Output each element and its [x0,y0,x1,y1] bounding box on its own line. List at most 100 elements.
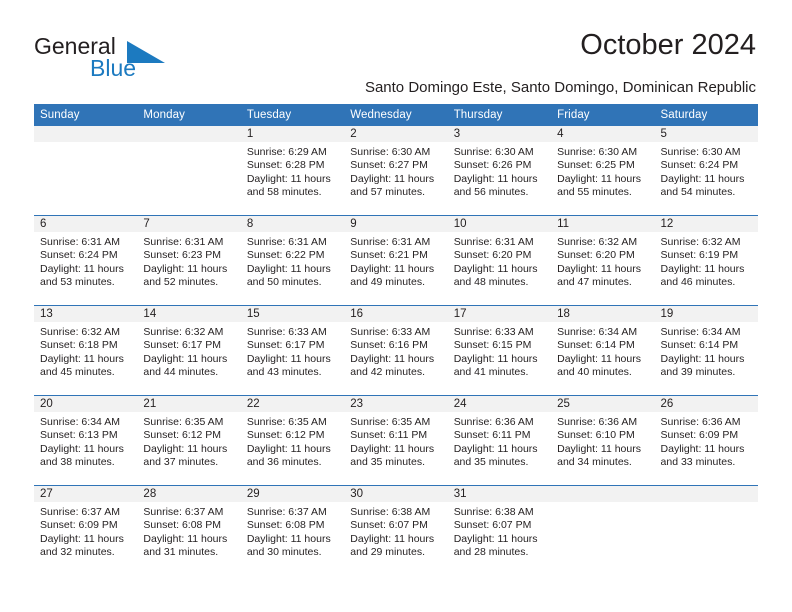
calendar-cell[interactable]: 11 Sunrise: 6:32 AM Sunset: 6:20 PM Dayligh… [551,215,655,306]
calendar-cell[interactable]: 13 Sunrise: 6:32 AM Sunset: 6:18 PM Dayligh… [34,305,138,396]
sunrise-time: Sunrise: 6:30 AM [660,146,741,158]
daylight-line2: and 33 minutes. [660,456,736,469]
sunset-time: Sunset: 6:17 PM [246,339,325,352]
day-number: 19 [654,306,758,322]
sunrise-time: Sunrise: 6:32 AM [557,236,638,248]
sunset-time: Sunset: 6:18 PM [40,339,118,352]
sunset-time: Sunset: 6:20 PM [557,249,635,262]
sunrise-time: Sunrise: 6:36 AM [660,416,741,428]
day-number: 4 [551,126,655,142]
daylight-line1: Daylight: 11 hours [660,352,745,365]
calendar-cell[interactable]: 12 Sunrise: 6:32 AM Sunset: 6:19 PM Dayligh… [654,215,758,306]
sunrise-time: Sunrise: 6:29 AM [246,146,327,158]
calendar-cell[interactable]: 24 Sunrise: 6:36 AM Sunset: 6:11 PM Dayligh… [447,395,552,486]
daylight-line2: and 37 minutes. [143,456,219,469]
calendar-cell[interactable]: 3 Sunrise: 6:30 AM Sunset: 6:26 PM Daylight… [447,126,552,216]
calendar-cell[interactable]: 18 Sunrise: 6:34 AM Sunset: 6:14 PM Dayligh… [551,305,655,396]
sunset-time: Sunset: 6:20 PM [453,249,532,262]
calendar-cell[interactable]: 30 Sunrise: 6:38 AM Sunset: 6:07 PM Dayligh… [344,485,448,575]
day-number: 2 [344,126,448,142]
daylight-line2: and 42 minutes. [350,366,425,379]
calendar-cell[interactable]: 28 Sunrise: 6:37 AM Sunset: 6:08 PM Dayligh… [137,485,241,575]
calendar-cell[interactable]: 31 Sunrise: 6:38 AM Sunset: 6:07 PM Dayligh… [447,485,552,575]
calendar-cell[interactable]: 4 Sunrise: 6:30 AM Sunset: 6:25 PM Daylight… [551,126,655,216]
daylight-line1: Daylight: 11 hours [350,262,435,275]
calendar-cell[interactable] [137,126,241,216]
sunrise-time: Sunrise: 6:31 AM [143,236,224,248]
calendar-cell[interactable] [34,126,138,216]
calendar-cell[interactable]: 9 Sunrise: 6:31 AM Sunset: 6:21 PM Daylight… [344,215,448,306]
sunrise-time: Sunrise: 6:31 AM [350,236,431,248]
sunset-time: Sunset: 6:07 PM [453,519,532,532]
day-number [654,486,758,502]
weekday-header-sunday: Sunday [34,104,138,126]
daylight-line2: and 48 minutes. [453,276,529,289]
calendar-cell[interactable]: 25 Sunrise: 6:36 AM Sunset: 6:10 PM Dayligh… [551,395,655,486]
day-number: 1 [240,126,345,142]
calendar-page: General Blue October 2024 Santo Domingo … [0,0,792,612]
daylight-line1: Daylight: 11 hours [660,172,745,185]
calendar-cell[interactable] [654,485,758,575]
calendar-cell[interactable]: 14 Sunrise: 6:32 AM Sunset: 6:17 PM Dayligh… [137,305,241,396]
sunrise-time: Sunrise: 6:30 AM [557,146,638,158]
brand-logo[interactable]: General Blue [34,33,214,83]
calendar-cell[interactable]: 23 Sunrise: 6:35 AM Sunset: 6:11 PM Dayligh… [344,395,448,486]
calendar-cell[interactable]: 27 Sunrise: 6:37 AM Sunset: 6:09 PM Dayligh… [34,485,138,575]
calendar-cell[interactable]: 19 Sunrise: 6:34 AM Sunset: 6:14 PM Dayligh… [654,305,758,396]
calendar-cell[interactable]: 10 Sunrise: 6:31 AM Sunset: 6:20 PM Dayligh… [447,215,552,306]
sunrise-time: Sunrise: 6:37 AM [246,506,327,518]
day-number: 28 [137,486,241,502]
daylight-line2: and 44 minutes. [143,366,219,379]
day-number: 21 [137,396,241,412]
calendar-cell[interactable]: 26 Sunrise: 6:36 AM Sunset: 6:09 PM Dayligh… [654,395,758,486]
weekday-header-saturday: Saturday [654,104,758,126]
daylight-line1: Daylight: 11 hours [143,442,228,455]
calendar-cell[interactable]: 15 Sunrise: 6:33 AM Sunset: 6:17 PM Dayligh… [240,305,345,396]
daylight-line1: Daylight: 11 hours [453,262,538,275]
calendar-cell[interactable]: 6 Sunrise: 6:31 AM Sunset: 6:24 PM Daylight… [34,215,138,306]
daylight-line1: Daylight: 11 hours [246,352,331,365]
sunset-time: Sunset: 6:11 PM [453,429,531,442]
calendar-cell[interactable]: 5 Sunrise: 6:30 AM Sunset: 6:24 PM Daylight… [654,126,758,216]
daylight-line2: and 52 minutes. [143,276,219,289]
calendar-cell[interactable]: 7 Sunrise: 6:31 AM Sunset: 6:23 PM Daylight… [137,215,241,306]
daylight-line1: Daylight: 11 hours [350,442,435,455]
calendar-cell[interactable]: 22 Sunrise: 6:35 AM Sunset: 6:12 PM Dayligh… [240,395,345,486]
daylight-line1: Daylight: 11 hours [143,532,228,545]
sunrise-time: Sunrise: 6:31 AM [453,236,534,248]
daylight-line2: and 54 minutes. [660,186,736,199]
daylight-line2: and 38 minutes. [40,456,115,469]
day-number: 7 [137,216,241,232]
day-number: 5 [654,126,758,142]
calendar-cell[interactable]: 20 Sunrise: 6:34 AM Sunset: 6:13 PM Dayligh… [34,395,138,486]
daylight-line2: and 43 minutes. [246,366,322,379]
sunset-time: Sunset: 6:17 PM [143,339,222,352]
daylight-line1: Daylight: 11 hours [350,352,435,365]
calendar-cell[interactable]: 21 Sunrise: 6:35 AM Sunset: 6:12 PM Dayligh… [137,395,241,486]
daylight-line2: and 40 minutes. [557,366,632,379]
calendar-cell[interactable]: 16 Sunrise: 6:33 AM Sunset: 6:16 PM Dayligh… [344,305,448,396]
day-number: 24 [447,396,552,412]
calendar-cell[interactable]: 17 Sunrise: 6:33 AM Sunset: 6:15 PM Dayligh… [447,305,552,396]
sunrise-time: Sunrise: 6:37 AM [40,506,120,518]
daylight-line2: and 30 minutes. [246,546,322,559]
calendar-cell[interactable]: 1 Sunrise: 6:29 AM Sunset: 6:28 PM Daylight… [240,126,345,216]
day-number: 23 [344,396,448,412]
sunset-time: Sunset: 6:15 PM [453,339,532,352]
sunset-time: Sunset: 6:23 PM [143,249,222,262]
day-number: 13 [34,306,138,322]
daylight-line1: Daylight: 11 hours [246,172,331,185]
sunrise-time: Sunrise: 6:35 AM [143,416,224,428]
sunset-time: Sunset: 6:13 PM [40,429,118,442]
calendar-cell[interactable]: 2 Sunrise: 6:30 AM Sunset: 6:27 PM Daylight… [344,126,448,216]
sunset-time: Sunset: 6:14 PM [660,339,739,352]
calendar-week-row: 27 Sunrise: 6:37 AM Sunset: 6:09 PM Dayligh… [34,485,758,575]
calendar-cell[interactable] [551,485,655,575]
day-number: 8 [240,216,345,232]
page-title: October 2024 [580,29,756,61]
calendar-cell[interactable]: 29 Sunrise: 6:37 AM Sunset: 6:08 PM Dayligh… [240,485,345,575]
daylight-line2: and 35 minutes. [453,456,529,469]
daylight-line2: and 47 minutes. [557,276,632,289]
calendar-cell[interactable]: 8 Sunrise: 6:31 AM Sunset: 6:22 PM Daylight… [240,215,345,306]
day-number: 10 [447,216,552,232]
